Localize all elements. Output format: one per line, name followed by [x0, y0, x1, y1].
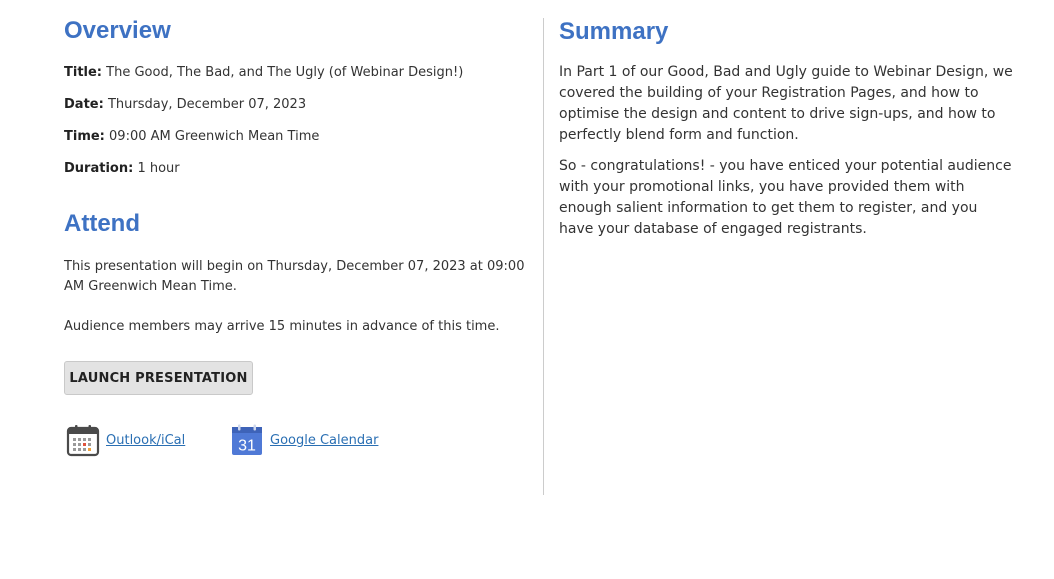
- time-value: 09:00 AM Greenwich Mean Time: [109, 129, 320, 144]
- google-calendar-label[interactable]: Google Calendar: [270, 433, 378, 448]
- time-row: Time: 09:00 AM Greenwich Mean Time: [64, 129, 319, 145]
- begin-text: This presentation will begin on Thursday…: [64, 259, 525, 294]
- launch-presentation-button[interactable]: LAUNCH PRESENTATION: [64, 361, 253, 395]
- title-row: Title: The Good, The Bad, and The Ugly (…: [64, 65, 463, 81]
- summary-paragraph-1: In Part 1 of our Good, Bad and Ugly guid…: [559, 64, 1013, 143]
- overview-heading: Overview: [64, 17, 171, 44]
- google-calendar-link[interactable]: 31 Google Calendar: [230, 423, 378, 457]
- duration-value: 1 hour: [137, 161, 180, 176]
- outlook-ical-label[interactable]: Outlook/iCal: [106, 433, 185, 448]
- date-row: Date: Thursday, December 07, 2023: [64, 97, 306, 113]
- summary-heading: Summary: [559, 18, 669, 45]
- outlook-ical-link[interactable]: Outlook/iCal: [66, 423, 185, 457]
- attend-heading: Attend: [64, 210, 140, 237]
- column-divider: [543, 18, 544, 495]
- date-value: Thursday, December 07, 2023: [107, 97, 307, 112]
- google-calendar-icon: 31: [232, 424, 262, 455]
- duration-key: Duration:: [64, 161, 134, 176]
- duration-row: Duration: 1 hour: [64, 161, 180, 177]
- time-key: Time:: [64, 129, 105, 144]
- title-value: The Good, The Bad, and The Ugly (of Webi…: [106, 65, 464, 80]
- title-key: Title:: [64, 65, 103, 80]
- arrive-text: Audience members may arrive 15 minutes i…: [64, 319, 500, 334]
- google-calendar-day: 31: [238, 438, 256, 455]
- calendar-icon: [66, 425, 100, 457]
- summary-paragraph-2: So - congratulations! - you have enticed…: [559, 158, 1012, 237]
- date-key: Date:: [64, 97, 104, 112]
